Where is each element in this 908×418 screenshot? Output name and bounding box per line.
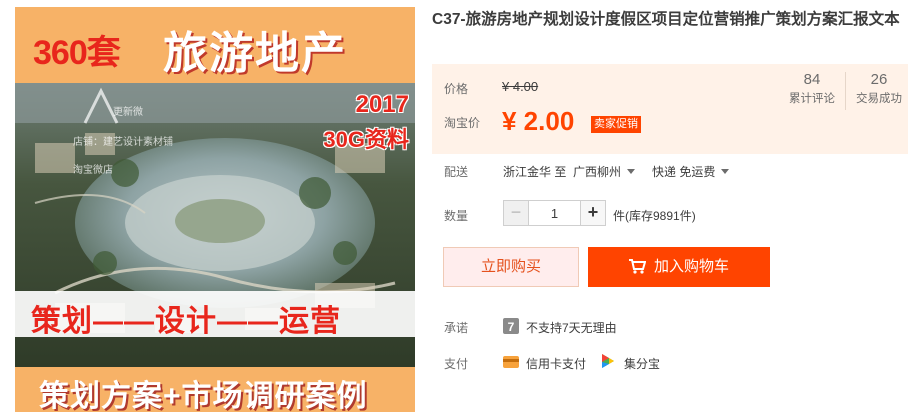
cart-icon xyxy=(628,259,646,274)
reviews-stat[interactable]: 84 累计评论 xyxy=(779,70,845,108)
quantity-increase-button[interactable]: + xyxy=(580,201,605,225)
image-year-text: 2017 xyxy=(355,91,409,118)
quantity-input[interactable] xyxy=(530,201,579,225)
original-price-label: 价格 xyxy=(444,82,469,96)
promise-text: 不支持7天无理由 xyxy=(526,321,617,335)
watermark-brand: 更新微 xyxy=(113,107,143,118)
product-title: C37-旅游房地产规划设计度假区项目定位营销推广策划方案汇报文本 xyxy=(432,11,900,28)
chevron-down-icon xyxy=(721,169,730,174)
reviews-count: 84 xyxy=(803,71,821,88)
delivery-to-select[interactable]: 广西柳州 xyxy=(573,163,636,180)
promo-badge: 卖家促销 xyxy=(591,116,641,133)
jifenbao-icon xyxy=(602,354,614,368)
stock-text: 件(库存9891件) xyxy=(613,209,696,223)
seven-day-icon: 7 xyxy=(503,318,519,334)
watermark-shop: 店铺：建艺设计素材铺 xyxy=(73,137,173,148)
image-bottom-text: 策划方案+市场调研案例 xyxy=(39,380,368,412)
promo-price-label: 淘宝价 xyxy=(444,116,481,130)
image-size-text: 30G资料 xyxy=(323,127,409,152)
chevron-down-icon xyxy=(627,169,636,174)
delivery-method-text: 快递 免运费 xyxy=(652,165,716,179)
quantity-stepper: − + xyxy=(503,200,606,226)
original-price: ¥ 4.00 xyxy=(502,79,539,94)
reviews-label: 累计评论 xyxy=(789,93,835,105)
image-slogan-text: 策划——设计——运营 xyxy=(31,305,341,338)
divider xyxy=(432,305,908,306)
price-panel: 价格 ¥ 4.00 淘宝价 ¥ 2.00 卖家促销 84 累计评论 26 交易成… xyxy=(432,64,908,154)
add-to-cart-label: 加入购物车 xyxy=(653,258,729,275)
quantity-decrease-button[interactable]: − xyxy=(504,201,529,225)
credit-card-text: 信用卡支付 xyxy=(526,357,587,371)
image-slogan-band: 策划——设计——运营 xyxy=(15,291,415,338)
delivery-label: 配送 xyxy=(444,165,469,179)
image-count-text: 360套 xyxy=(33,34,121,72)
buy-now-button[interactable]: 立即购买 xyxy=(443,247,579,287)
credit-card-icon xyxy=(503,356,519,368)
deals-stat[interactable]: 26 交易成功 xyxy=(846,70,908,108)
deals-count: 26 xyxy=(870,71,888,88)
payment-label: 支付 xyxy=(444,357,469,371)
deals-label: 交易成功 xyxy=(856,93,902,105)
add-to-cart-button[interactable]: 加入购物车 xyxy=(588,247,770,287)
promise-label: 承诺 xyxy=(444,321,469,335)
jifenbao-text: 集分宝 xyxy=(624,357,661,371)
image-topic-text: 旅游地产 xyxy=(163,29,347,78)
image-header-band: 360套 旅游地产 xyxy=(15,7,415,83)
watermark-sub: 淘宝微店 xyxy=(73,165,113,176)
svg-text:7: 7 xyxy=(508,320,515,334)
product-image[interactable]: 360套 旅游地产 更新微 店铺：建艺设计素材铺 淘宝微店 2017 30G资料… xyxy=(15,7,415,412)
image-bottom-band: 策划方案+市场调研案例 xyxy=(15,367,415,412)
delivery-to-text: 广西柳州 xyxy=(573,165,622,179)
delivery-from: 浙江金华 至 xyxy=(503,165,567,179)
promo-price: ¥ 2.00 xyxy=(502,106,575,136)
quantity-label: 数量 xyxy=(444,209,469,223)
delivery-method-select[interactable]: 快递 免运费 xyxy=(652,163,730,180)
image-watermark: 更新微 店铺：建艺设计素材铺 淘宝微店 xyxy=(33,87,173,177)
